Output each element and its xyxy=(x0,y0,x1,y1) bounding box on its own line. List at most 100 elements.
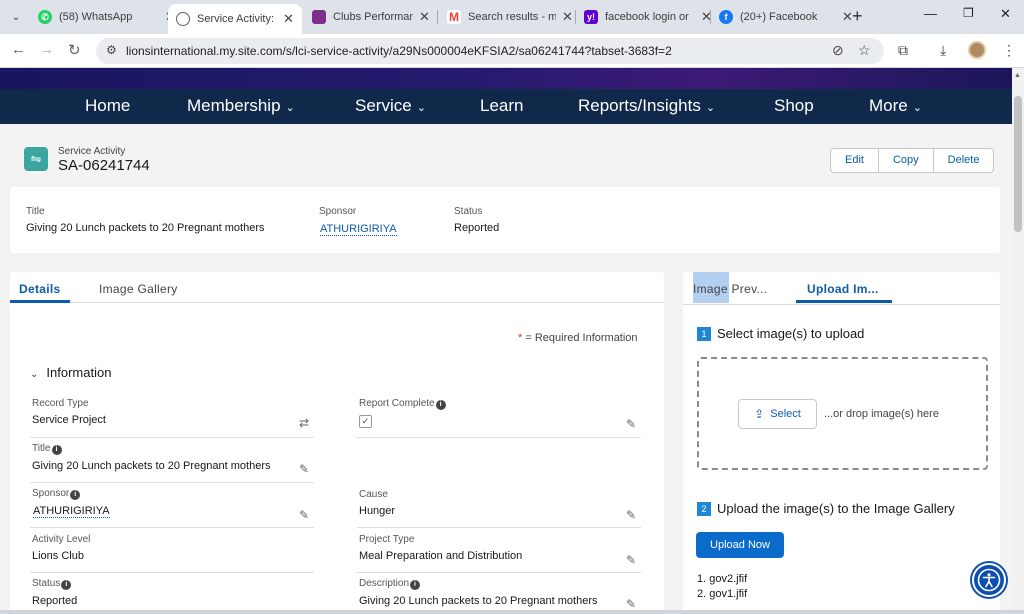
tab-upload-images[interactable]: Upload Im... xyxy=(807,282,879,296)
record-name: SA-06241744 xyxy=(58,157,150,174)
field-divider xyxy=(30,482,314,483)
close-tab-icon[interactable]: ✕ xyxy=(283,11,294,27)
highlight-title-value: Giving 20 Lunch packets to 20 Pregnant m… xyxy=(26,222,265,234)
nav-home[interactable]: Home xyxy=(85,96,130,116)
edit-button[interactable]: Edit xyxy=(831,149,879,172)
extensions-icon[interactable]: ⧉ xyxy=(898,42,908,59)
required-asterisk: * xyxy=(518,332,523,344)
service-activity-icon: ⇋ xyxy=(24,147,48,171)
nav-label: More xyxy=(869,96,908,115)
close-tab-icon[interactable]: ✕ xyxy=(562,9,573,25)
scroll-up-arrow-icon[interactable]: ▲ xyxy=(1014,72,1021,79)
nav-reports-insights[interactable]: Reports/Insights ⌄ xyxy=(578,96,715,116)
reload-icon[interactable]: ↻ xyxy=(68,41,81,59)
edit-pencil-icon[interactable]: ✎ xyxy=(626,508,636,522)
field-divider xyxy=(30,527,314,528)
delete-button[interactable]: Delete xyxy=(934,149,994,172)
tab-details[interactable]: Details xyxy=(19,282,60,296)
info-icon[interactable]: i xyxy=(51,445,62,455)
report-complete-checkbox[interactable]: ✓ xyxy=(359,415,372,428)
accessibility-icon[interactable] xyxy=(972,563,1006,597)
record-actions: Edit Copy Delete xyxy=(830,148,995,173)
back-arrow-icon[interactable]: ← xyxy=(11,41,26,58)
address-bar-url[interactable]: lionsinternational.my.site.com/s/lci-ser… xyxy=(126,44,672,58)
browser-tab-yahoo[interactable]: y! facebook login or ✕ xyxy=(584,4,712,30)
sponsor-link[interactable]: ATHURIGIRIYA xyxy=(33,505,110,518)
site-settings-icon[interactable]: ⚙ xyxy=(106,43,117,57)
title-label-text: Title xyxy=(32,443,51,454)
activity-level-label: Activity Level xyxy=(32,534,91,545)
select-images-button[interactable]: ⇪ Select xyxy=(738,399,817,429)
edit-pencil-icon[interactable]: ✎ xyxy=(626,417,636,431)
forward-arrow-icon[interactable]: → xyxy=(39,41,54,58)
nav-learn[interactable]: Learn xyxy=(480,96,523,116)
browser-tab-whatsapp[interactable]: ✆ (58) WhatsApp ✕ xyxy=(38,4,176,30)
close-window-icon[interactable]: ✕ xyxy=(1000,6,1011,22)
step-2-heading: 2 Upload the image(s) to the Image Galler… xyxy=(697,501,955,516)
nav-label: Service xyxy=(355,96,412,115)
status-label: Status i xyxy=(32,578,72,590)
nav-shop[interactable]: Shop xyxy=(774,96,814,116)
nav-membership[interactable]: Membership ⌄ xyxy=(187,96,295,116)
nav-more[interactable]: More ⌄ xyxy=(869,96,922,116)
sponsor-label: Sponsor i xyxy=(32,488,81,500)
info-icon[interactable]: i xyxy=(435,400,446,410)
yahoo-icon: y! xyxy=(584,10,598,24)
scrollbar-thumb[interactable] xyxy=(1014,96,1022,232)
copy-button[interactable]: Copy xyxy=(879,149,934,172)
edit-pencil-icon[interactable]: ✎ xyxy=(626,597,636,611)
browser-menu-icon[interactable]: ⋮ xyxy=(1002,42,1016,59)
browser-tab-title: facebook login or xyxy=(605,11,689,23)
gmail-icon: M xyxy=(447,10,461,24)
report-complete-label: Report Complete i xyxy=(359,398,446,410)
address-bar[interactable]: ⚙ lionsinternational.my.site.com/s/lci-s… xyxy=(96,38,884,64)
download-icon[interactable]: ⤓ xyxy=(940,42,946,59)
info-icon[interactable]: i xyxy=(410,580,421,590)
browser-tab-service-activity[interactable]: Service Activity: SA ✕ xyxy=(168,4,302,34)
tracking-protection-icon[interactable]: ⊘ xyxy=(832,42,844,59)
cause-value: Hunger xyxy=(359,505,396,517)
new-tab-plus-icon[interactable]: + xyxy=(852,6,863,27)
field-divider xyxy=(357,527,641,528)
description-label: Description i xyxy=(359,578,421,590)
select-button-label: Select xyxy=(770,408,801,420)
info-icon[interactable]: i xyxy=(70,490,81,500)
information-section-toggle[interactable]: ⌄ Information xyxy=(30,365,111,380)
edit-pencil-icon[interactable]: ✎ xyxy=(299,508,309,522)
upload-now-button[interactable]: Upload Now xyxy=(696,532,784,558)
browser-tab-clubs-performance[interactable]: Clubs Performance ✕ xyxy=(312,4,430,30)
tab-separator xyxy=(710,10,711,24)
restore-window-icon[interactable]: ❐ xyxy=(963,6,974,20)
nav-service[interactable]: Service ⌄ xyxy=(355,96,426,116)
minimize-window-icon[interactable]: — xyxy=(924,6,937,21)
close-tab-icon[interactable]: ✕ xyxy=(419,9,430,25)
description-label-text: Description xyxy=(359,578,410,589)
edit-pencil-icon[interactable]: ✎ xyxy=(299,462,309,476)
info-icon[interactable]: i xyxy=(61,580,72,590)
lions-logo-icon xyxy=(312,10,326,24)
nav-label: Shop xyxy=(774,96,814,115)
profile-avatar[interactable] xyxy=(968,41,986,59)
step-number-badge: 2 xyxy=(697,502,711,516)
highlight-sponsor-link[interactable]: ATHURIGIRIYA xyxy=(320,223,397,236)
record-type-value: Service Project xyxy=(32,414,106,426)
browser-tab-gmail[interactable]: M Search results - m ✕ xyxy=(447,4,573,30)
title-value: Giving 20 Lunch packets to 20 Pregnant m… xyxy=(32,460,271,472)
bookmark-star-icon[interactable]: ☆ xyxy=(858,42,871,59)
accessibility-figure-icon xyxy=(977,568,1001,592)
tab-search-chevron-icon[interactable]: ⌄ xyxy=(6,7,26,27)
edit-pencil-icon[interactable]: ✎ xyxy=(626,553,636,567)
selected-file-item: 2. gov1.jfif xyxy=(697,588,748,600)
highlight-title-label: Title xyxy=(26,206,45,217)
tab-image-gallery[interactable]: Image Gallery xyxy=(99,282,178,296)
field-divider xyxy=(357,572,641,573)
tab-image-preview[interactable]: Image Prev... xyxy=(693,282,767,296)
change-record-type-icon[interactable]: ⇄ xyxy=(299,416,309,430)
browser-tab-facebook[interactable]: f (20+) Facebook ✕ xyxy=(719,4,853,30)
project-type-value: Meal Preparation and Distribution xyxy=(359,550,523,562)
step-2-text: Upload the image(s) to the Image Gallery xyxy=(717,501,955,516)
tab-separator xyxy=(575,10,576,24)
nav-label: Membership xyxy=(187,96,281,115)
project-type-label: Project Type xyxy=(359,534,415,545)
nav-label: Learn xyxy=(480,96,524,115)
